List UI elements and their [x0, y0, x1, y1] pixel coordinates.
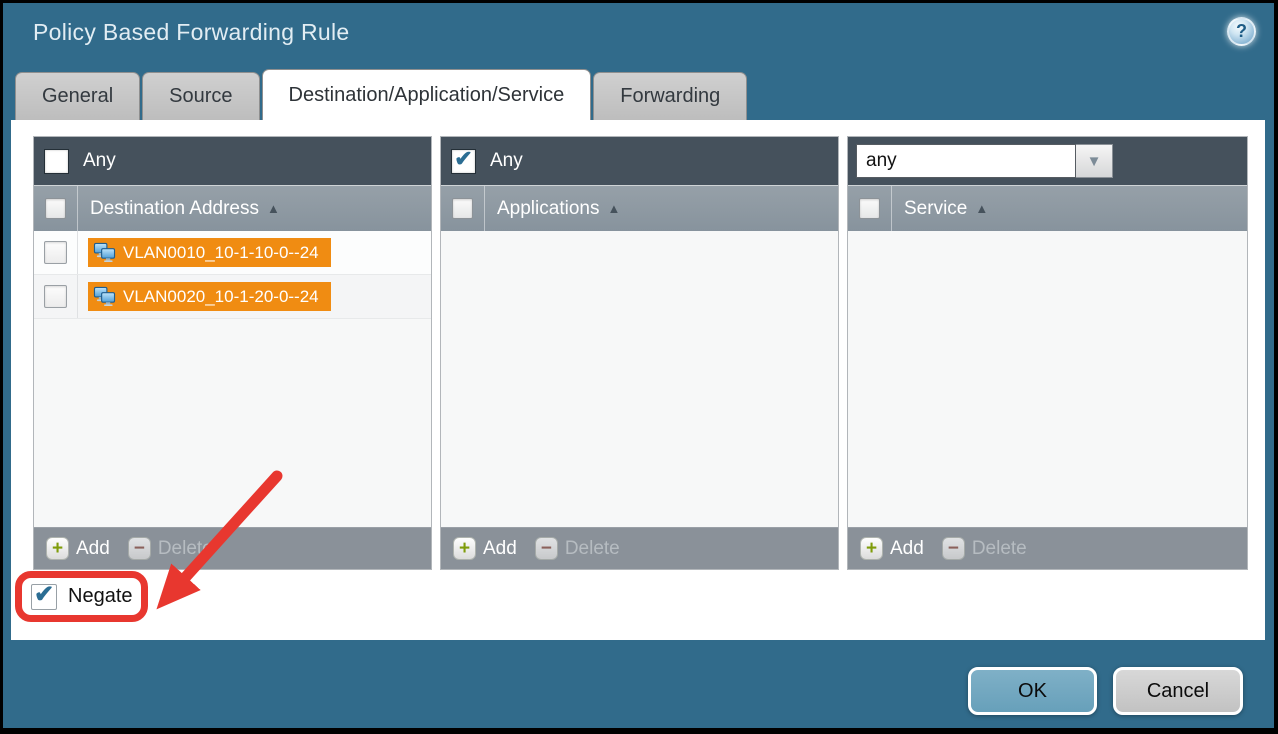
service-delete-button[interactable]: − Delete — [942, 537, 1027, 560]
dialog-title-bar: Policy Based Forwarding Rule — [33, 19, 350, 46]
add-icon: + — [453, 537, 476, 560]
destination-delete-button[interactable]: − Delete — [128, 537, 213, 560]
applications-select-all-checkbox[interactable] — [452, 198, 473, 219]
service-header-label: Service — [904, 198, 967, 220]
destination-list-header[interactable]: Destination Address ▲ — [34, 185, 431, 231]
applications-any-label: Any — [490, 150, 523, 172]
applications-any-checkbox[interactable]: ✔ — [451, 149, 476, 174]
service-column: any ▼ Service ▲ + Add − — [847, 136, 1248, 570]
destination-row-1[interactable]: VLAN0010_10-1-10-0--24 — [34, 231, 431, 275]
service-footer: + Add − Delete — [848, 527, 1247, 569]
tab-forwarding[interactable]: Forwarding — [593, 72, 747, 120]
tab-general[interactable]: General — [15, 72, 140, 120]
help-icon[interactable]: ? — [1227, 17, 1256, 46]
sort-asc-icon: ▲ — [607, 201, 620, 216]
chevron-down-icon[interactable]: ▼ — [1076, 144, 1113, 178]
applications-column: ✔ Any Applications ▲ + Add − Dele — [440, 136, 839, 570]
tab-source[interactable]: Source — [142, 72, 259, 120]
network-icon — [93, 286, 116, 307]
destination-select-all-checkbox[interactable] — [45, 198, 66, 219]
delete-icon: − — [128, 537, 151, 560]
applications-add-button[interactable]: + Add — [453, 537, 517, 560]
address-object-chip[interactable]: VLAN0010_10-1-10-0--24 — [88, 238, 331, 267]
service-select-all-checkbox[interactable] — [859, 198, 880, 219]
sort-asc-icon: ▲ — [975, 201, 988, 216]
applications-list-body — [441, 231, 838, 527]
negate-label: Negate — [68, 585, 133, 608]
negate-checkbox[interactable]: ✔ — [31, 584, 57, 610]
negate-annotation-box: ✔ Negate — [15, 571, 148, 622]
delete-icon: − — [942, 537, 965, 560]
dialog-title: Policy Based Forwarding Rule — [33, 19, 350, 45]
address-object-label: VLAN0010_10-1-10-0--24 — [123, 243, 319, 263]
destination-list-body: VLAN0010_10-1-10-0--24 — [34, 231, 431, 527]
columns-container: Any Destination Address ▲ — [33, 136, 1248, 570]
sort-asc-icon: ▲ — [267, 201, 280, 216]
applications-list-header[interactable]: Applications ▲ — [441, 185, 838, 231]
destination-row-1-checkbox[interactable] — [44, 241, 67, 264]
service-list-body — [848, 231, 1247, 527]
service-dropdown[interactable]: any ▼ — [856, 144, 1113, 178]
applications-delete-button[interactable]: − Delete — [535, 537, 620, 560]
service-add-button[interactable]: + Add — [860, 537, 924, 560]
add-icon: + — [46, 537, 69, 560]
service-list-header[interactable]: Service ▲ — [848, 185, 1247, 231]
address-object-label: VLAN0020_10-1-20-0--24 — [123, 287, 319, 307]
destination-header-label: Destination Address — [90, 198, 259, 220]
add-icon: + — [860, 537, 883, 560]
checkmark-icon: ✔ — [34, 583, 54, 607]
ok-button[interactable]: OK — [968, 667, 1097, 715]
destination-row-2[interactable]: VLAN0020_10-1-20-0--24 — [34, 275, 431, 319]
network-icon — [93, 242, 116, 263]
tab-destination-application-service[interactable]: Destination/Application/Service — [262, 69, 592, 120]
address-object-chip[interactable]: VLAN0020_10-1-20-0--24 — [88, 282, 331, 311]
destination-add-button[interactable]: + Add — [46, 537, 110, 560]
destination-footer: + Add − Delete — [34, 527, 431, 569]
destination-any-bar: Any — [34, 137, 431, 185]
tab-content-panel: Any Destination Address ▲ — [11, 120, 1265, 640]
tab-bar: General Source Destination/Application/S… — [15, 69, 749, 120]
policy-based-forwarding-dialog: Policy Based Forwarding Rule ? General S… — [3, 3, 1274, 728]
cancel-button[interactable]: Cancel — [1113, 667, 1243, 715]
destination-any-label: Any — [83, 150, 116, 172]
destination-row-2-checkbox[interactable] — [44, 285, 67, 308]
delete-icon: − — [535, 537, 558, 560]
applications-header-label: Applications — [497, 198, 599, 220]
applications-footer: + Add − Delete — [441, 527, 838, 569]
applications-any-bar: ✔ Any — [441, 137, 838, 185]
service-dropdown-value[interactable]: any — [856, 144, 1076, 178]
checkmark-icon: ✔ — [454, 148, 472, 170]
destination-column: Any Destination Address ▲ — [33, 136, 432, 570]
destination-any-checkbox[interactable] — [44, 149, 69, 174]
service-any-bar: any ▼ — [848, 137, 1247, 185]
